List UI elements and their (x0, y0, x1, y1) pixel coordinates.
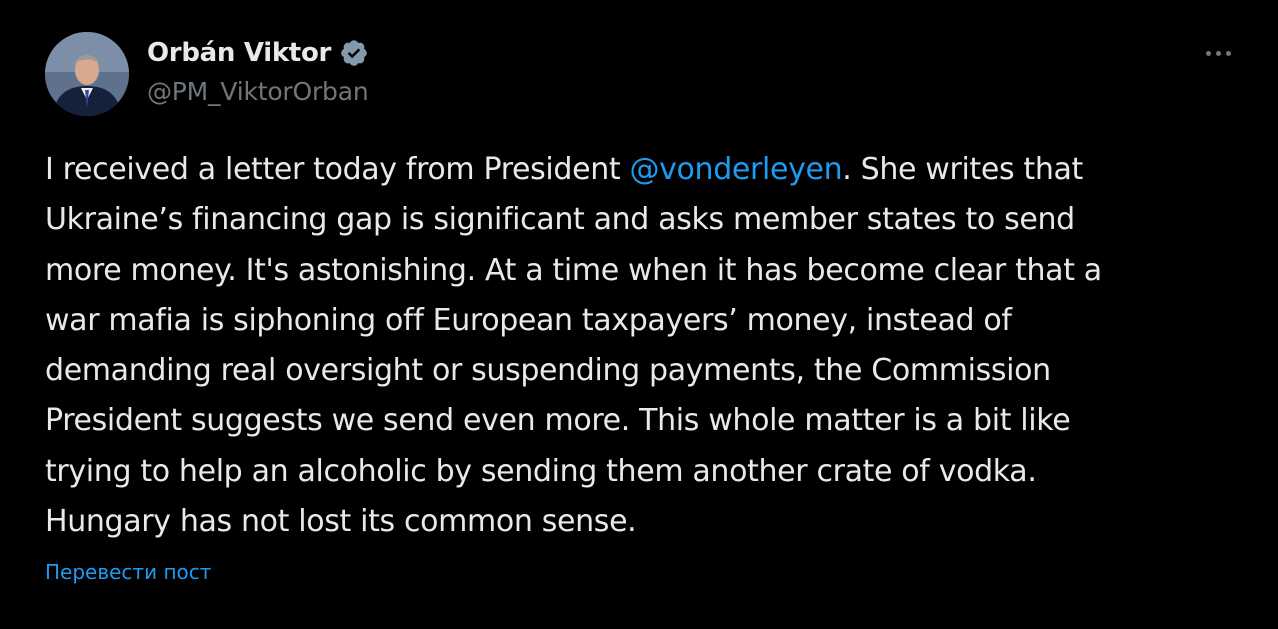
post-text-line: Ukraine’s financing gap is significant a… (45, 202, 1075, 238)
tweet: Orbán Viktor @PM_ViktorOrban I received … (0, 0, 1278, 629)
post-text-line: President suggests we send even more. Th… (45, 403, 1071, 439)
post-text-line: demanding real oversight or suspending p… (45, 353, 1051, 389)
avatar-image (45, 32, 129, 116)
post-text-line: I received a letter today from President… (45, 152, 1083, 187)
more-dots-icon (1205, 50, 1211, 56)
mention-link[interactable]: @vonderleyen (629, 152, 842, 187)
more-dots-icon (1215, 50, 1221, 56)
author-display-name[interactable]: Orbán Viktor (147, 38, 331, 68)
post-text-line: trying to help an alcoholic by sending t… (45, 453, 1037, 489)
verified-badge-icon[interactable] (339, 38, 369, 68)
post-text-line: war mafia is siphoning off European taxp… (45, 302, 1012, 338)
more-dots-icon (1225, 50, 1231, 56)
avatar[interactable] (45, 32, 129, 116)
post-text: I received a letter today from President… (45, 145, 1245, 547)
more-options-button[interactable] (1196, 38, 1240, 68)
author-handle[interactable]: @PM_ViktorOrban (147, 77, 369, 106)
post-text-line: Hungary has not lost its common sense. (45, 504, 637, 540)
translate-post-link[interactable]: Перевести пост (45, 560, 211, 584)
post-text-line: more money. It's astonishing. At a time … (45, 252, 1102, 288)
author-name-row: Orbán Viktor (147, 34, 369, 72)
